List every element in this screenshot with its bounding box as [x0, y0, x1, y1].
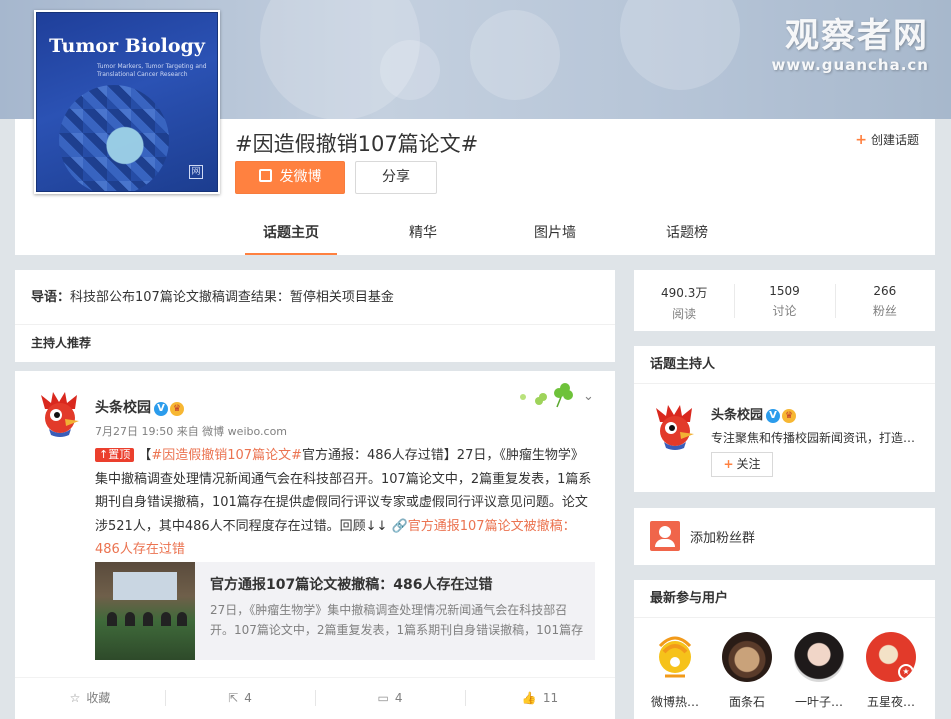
cover-subtitle: Tumor Markers, Tumor Targeting and Trans…: [97, 63, 207, 78]
user-avatar: [722, 632, 772, 682]
repost-button[interactable]: ⇱ 4: [165, 678, 315, 719]
like-button[interactable]: 👍 11: [465, 678, 615, 719]
host-recommend-heading: 主持人推荐: [31, 336, 92, 350]
user-item[interactable]: 微博热…: [646, 632, 704, 710]
post-weibo-button[interactable]: 发微博: [235, 161, 345, 194]
star-icon: ☆: [69, 691, 81, 705]
user-avatar: [794, 632, 844, 682]
host-name[interactable]: 头条校园 V ♛: [711, 404, 797, 423]
intro-label: 导语：: [31, 290, 71, 305]
fans-group-label: 添加粉丝群: [690, 531, 756, 546]
author-avatar[interactable]: [35, 389, 85, 439]
post-actions: ☆ 收藏 ⇱ 4 ▭ 4 👍 11: [15, 677, 615, 719]
chevron-down-icon[interactable]: ⌄: [583, 389, 594, 404]
post-meta[interactable]: 7月27日 19:50 来自 微博 weibo.com: [95, 423, 287, 439]
fans-group-card[interactable]: 添加粉丝群: [634, 508, 935, 565]
stat-discussions: 1509 讨论: [734, 270, 834, 331]
user-item[interactable]: ★ 五星夜…: [862, 632, 920, 710]
crown-badge-icon: ♛: [170, 402, 184, 416]
feed-item: 头条校园 V ♛ 7月27日 19:50 来自 微博 weibo.com ⌄ ↑置顶…: [15, 371, 615, 719]
tab-topic-ranking[interactable]: 话题榜: [621, 213, 753, 255]
user-name: 微博热…: [650, 695, 699, 709]
plus-icon: +: [723, 457, 734, 471]
create-topic-link[interactable]: + 创建话题: [855, 131, 919, 148]
stat-reads: 490.3万 阅读: [660, 286, 708, 321]
verified-icon: V: [766, 409, 781, 423]
topic-title: #因造假撤销107篇论文#: [235, 132, 479, 156]
star-badge-icon: ★: [898, 664, 914, 680]
tab-highlights[interactable]: 精华: [357, 213, 489, 255]
user-name: 一叶子…: [794, 695, 843, 709]
recent-users-heading: 最新参与用户: [634, 580, 935, 618]
intro-text: 导语：科技部公布107篇论文撤稿调查结果：暂停相关项目基金: [15, 270, 615, 325]
crown-badge-icon: ♛: [782, 409, 797, 423]
tab-topic-home[interactable]: 话题主页: [225, 213, 357, 255]
tab-photo-wall[interactable]: 图片墙: [489, 213, 621, 255]
topic-tabs: 话题主页 精华 图片墙 话题榜: [225, 213, 753, 255]
cover-title: Tumor Biology: [49, 35, 205, 57]
cover-publisher-logo: 网: [189, 165, 203, 179]
host-description: 专注聚焦和传播校园新闻资讯，打造…: [711, 431, 916, 445]
recent-users-card: 最新参与用户 微博热… 面条石 一叶子… ★ 五星夜…: [634, 580, 935, 719]
post-text: ↑置顶 【#因造假撤销107篇论文#官方通报：486人存过错】27日，《肿瘤生物…: [95, 448, 592, 557]
thumbs-up-icon: 👍: [521, 691, 537, 705]
article-preview-card[interactable]: 官方通报107篇论文被撤稿：486人存在过错 27日，《肿瘤生物学》集中撤稿调查…: [95, 562, 595, 660]
repost-icon: ⇱: [228, 691, 239, 705]
follow-button[interactable]: + 关注: [711, 452, 773, 477]
user-item[interactable]: 一叶子…: [790, 632, 848, 710]
add-user-icon: [650, 521, 680, 551]
comment-button[interactable]: ▭ 4: [315, 678, 465, 719]
user-avatar: ★: [866, 632, 916, 682]
post-weibo-label: 发微博: [279, 169, 322, 185]
topic-stats: 490.3万 阅读 1509 讨论 266 粉丝: [634, 270, 935, 331]
article-description: 27日，《肿瘤生物学》集中撤稿调查处理情况新闻通气会在科技部召开。107篇论文中…: [210, 603, 584, 637]
hashtag-link[interactable]: #因造假撤销107篇论文#: [151, 448, 302, 463]
clover-decoration-icon: [520, 383, 573, 408]
edit-icon: [258, 169, 272, 182]
intro-content: 科技部公布107篇论文撤稿调查结果：暂停相关项目基金: [70, 290, 394, 305]
create-topic-label: 创建话题: [870, 133, 919, 147]
share-button[interactable]: 分享: [355, 161, 437, 194]
user-name: 五星夜…: [866, 695, 915, 709]
user-item[interactable]: 面条石: [718, 632, 776, 710]
author-name[interactable]: 头条校园 V ♛: [95, 397, 184, 417]
author-name-text: 头条校园: [95, 400, 151, 416]
host-heading: 话题主持人: [634, 346, 935, 384]
pinned-badge: ↑置顶: [95, 448, 135, 462]
article-thumbnail: [95, 562, 195, 660]
watermark-url: www.guancha.cn: [771, 56, 929, 74]
link-icon: 🔗: [391, 518, 408, 534]
favorite-button[interactable]: ☆ 收藏: [15, 678, 165, 719]
user-avatar: [650, 632, 700, 682]
cover-illustration: [59, 85, 169, 191]
host-avatar[interactable]: [650, 402, 700, 452]
comment-icon: ▭: [377, 691, 389, 705]
watermark-text: 观察者网: [785, 16, 929, 56]
verified-icon: V: [154, 402, 168, 416]
intro-card: 导语：科技部公布107篇论文撤稿调查结果：暂停相关项目基金 主持人推荐: [15, 270, 615, 362]
topic-host-card: 话题主持人 头条校园 V ♛ 专注聚焦和传播校园新闻资讯，打造… + 关注: [634, 346, 935, 492]
stat-fans: 266 粉丝: [834, 270, 935, 331]
user-name: 面条石: [728, 695, 765, 709]
site-watermark: 观察者网 www.guancha.cn: [772, 16, 930, 74]
article-title: 官方通报107篇论文被撤稿：486人存在过错: [210, 577, 493, 593]
topic-cover-image: Tumor Biology Tumor Markers, Tumor Targe…: [34, 10, 220, 194]
plus-icon: +: [855, 132, 867, 148]
